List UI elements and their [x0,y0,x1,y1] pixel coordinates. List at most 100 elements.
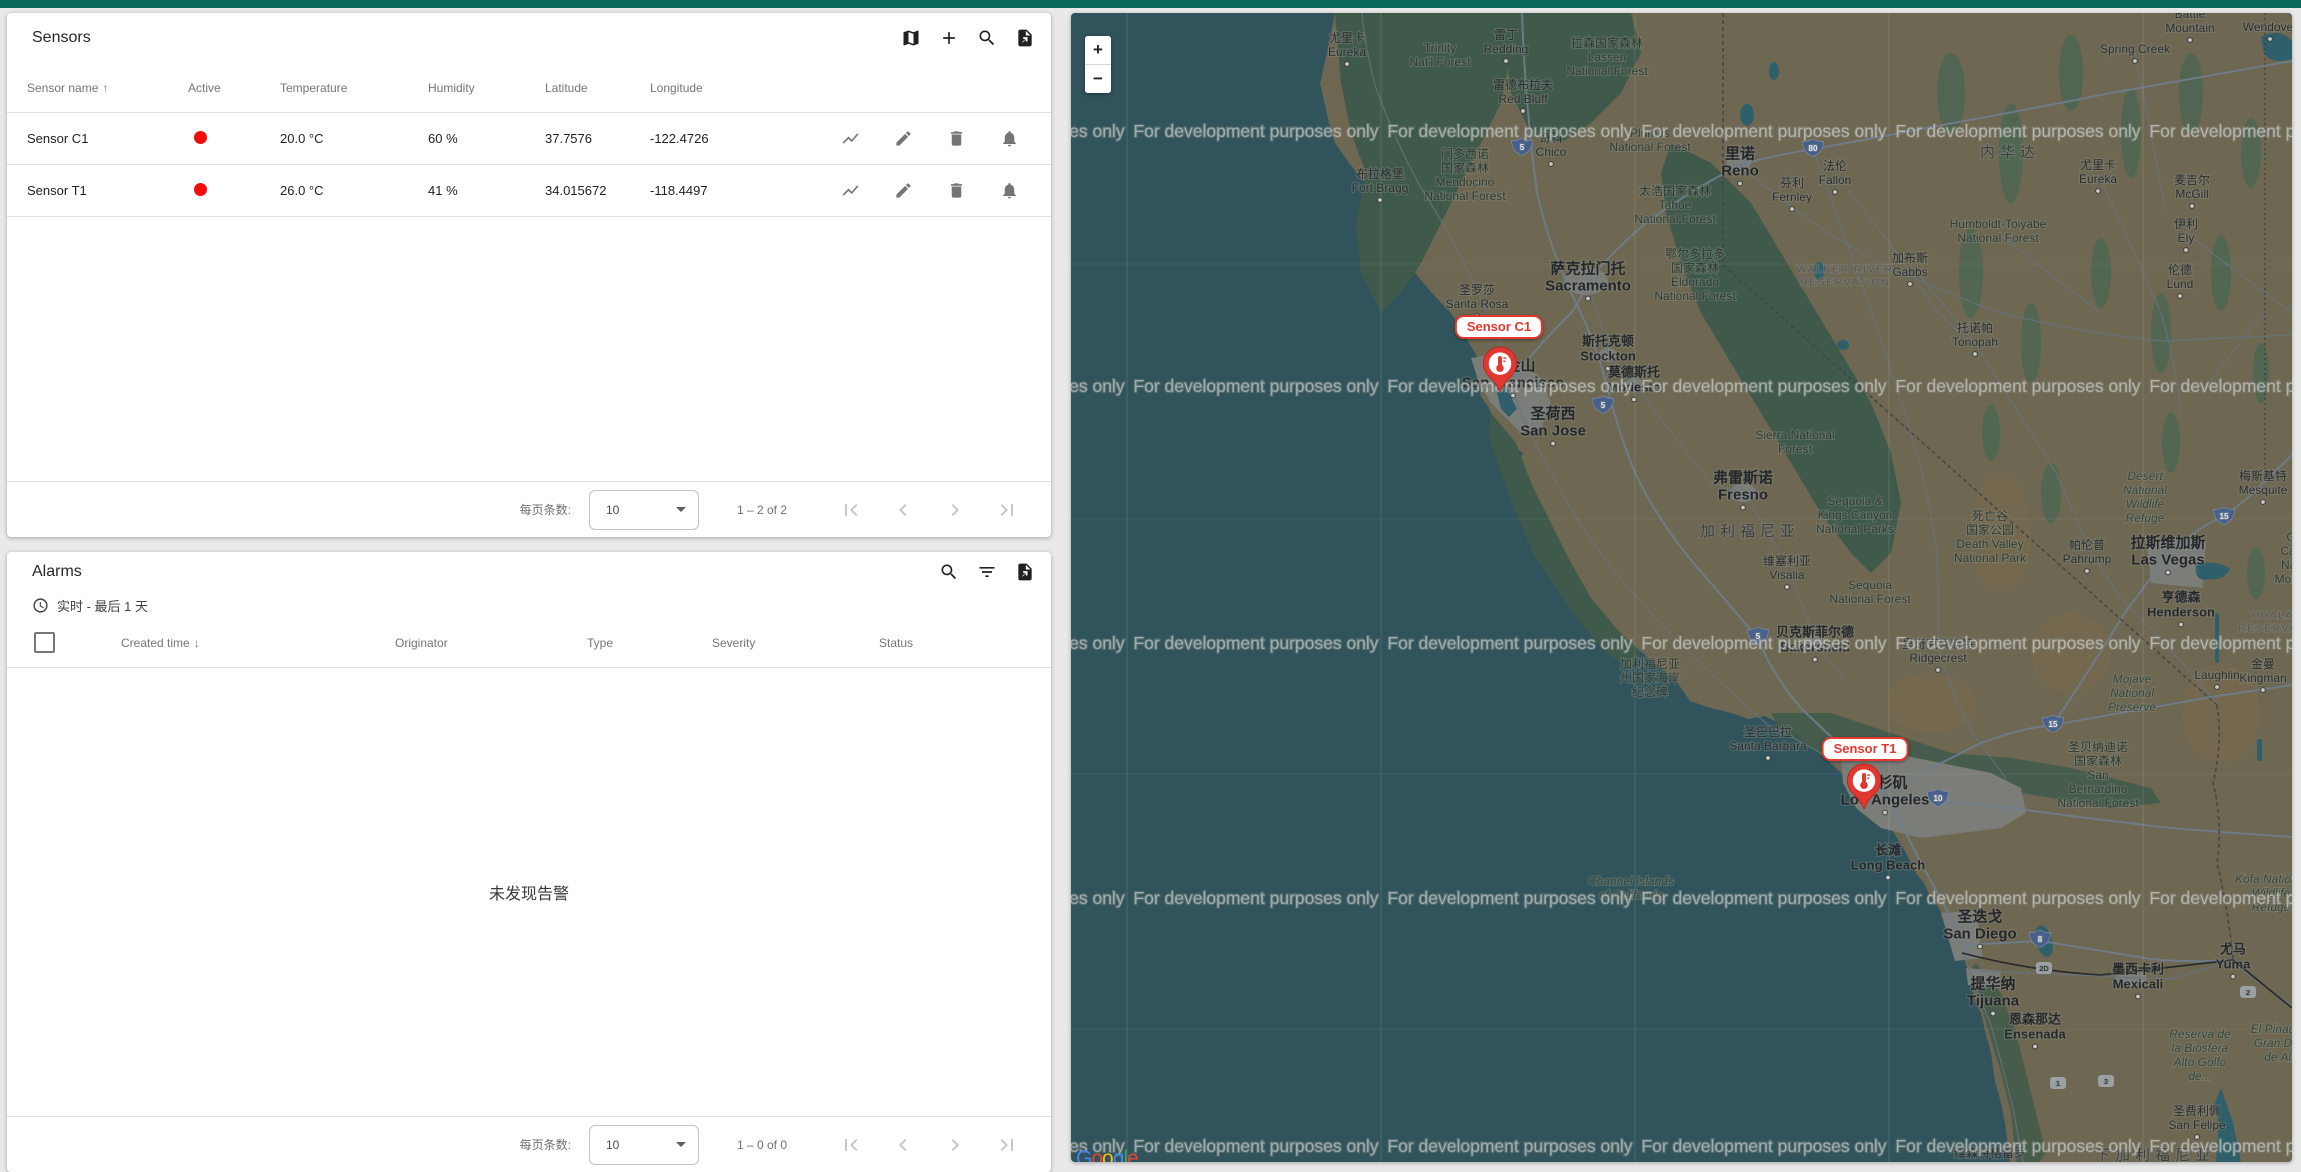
add-icon[interactable] [937,26,961,50]
next-page-icon[interactable] [941,1131,969,1159]
column-header-originator[interactable]: Originator [395,636,587,650]
column-header-status[interactable]: Status [879,636,1051,650]
map-watermark: For development purposes only [1387,1136,1632,1156]
time-window-label: 实时 - 最后 1 天 [57,596,148,615]
map-label: 帕伦普Pahrump [2063,537,2112,566]
longitude-cell: -122.4726 [650,131,770,146]
map-city-dot [1790,207,1795,212]
edit-icon[interactable] [892,179,915,202]
map-watermark: For development purposes only [1133,888,1378,908]
humidity-cell: 41 % [428,183,545,198]
map-city-dot [2166,570,2171,575]
filter-icon[interactable] [975,560,999,584]
timeseries-icon[interactable] [839,127,862,150]
map-zoom-control: + − [1085,36,1111,93]
first-page-icon[interactable] [837,1131,865,1159]
last-page-icon[interactable] [993,1131,1021,1159]
svg-text:2: 2 [2246,988,2250,997]
map-mode-icon[interactable] [899,26,923,50]
delete-icon[interactable] [945,179,968,202]
last-page-icon[interactable] [993,496,1021,524]
active-status-dot [194,183,207,196]
alarm-bell-icon[interactable] [998,179,1021,202]
map-label: 雷德布拉夫Red Bluff [1493,77,1553,106]
map-watermark: For development purposes only [2149,633,2292,653]
highway-shield: 3 [2098,1075,2114,1087]
timeseries-icon[interactable] [839,179,862,202]
first-page-icon[interactable] [837,496,865,524]
map-label: MojaveNationalPreserve [2108,672,2156,714]
alarm-bell-icon[interactable] [998,127,1021,150]
clock-icon [32,597,49,614]
map-marker-pin[interactable] [1846,763,1882,810]
alarms-time-window[interactable]: 实时 - 最后 1 天 [7,592,1051,618]
alarms-toolbar [937,560,1037,584]
table-row[interactable]: Sensor C120.0 °C60 %37.7576-122.4726 [7,113,1051,165]
map-marker-pin[interactable] [1482,346,1518,393]
map-city-dot [1833,190,1838,195]
map-city-dot [2190,204,2195,209]
column-header-latitude[interactable]: Latitude [545,81,650,95]
zoom-in-button[interactable]: + [1085,36,1111,64]
map-city-dot [1785,585,1790,590]
map-watermark: For development purposes only [1641,376,1886,396]
map-label: 法伦Fallon [1819,158,1852,187]
select-all-checkbox[interactable] [34,632,55,653]
prev-page-icon[interactable] [889,496,917,524]
map-watermark: For development purposes only [1895,376,2140,396]
map-widget[interactable]: 5805515151082D132 尤里卡EurekaTrinityNat'l … [1071,13,2292,1162]
delete-icon[interactable] [945,127,968,150]
column-header-humidity[interactable]: Humidity [428,81,545,95]
map-label: 伦德Lund [2167,262,2194,291]
column-header-longitude[interactable]: Longitude [650,81,770,95]
column-header-active[interactable]: Active [188,81,280,95]
map-marker-label[interactable]: Sensor T1 [1822,737,1909,761]
temperature-cell: 26.0 °C [280,183,428,198]
map-label: 尤里卡Eureka [1328,31,1366,59]
search-icon[interactable] [975,26,999,50]
svg-text:3: 3 [2104,1077,2108,1086]
table-row[interactable]: Sensor T126.0 °C41 %34.015672-118.4497 [7,165,1051,217]
row-actions [770,127,1051,150]
column-header-severity[interactable]: Severity [712,636,879,650]
map-marker-label[interactable]: Sensor C1 [1455,315,1543,339]
map-label: 托诺帕Tonopah [1952,320,1998,349]
map-watermark: For development purposes only [1641,633,1886,653]
next-page-icon[interactable] [941,496,969,524]
column-header-created-time[interactable]: Created time↓ [121,636,395,650]
map-city-dot [1632,397,1637,402]
map-city-dot [1908,282,1913,287]
map-watermark: For development purposes only [1387,121,1632,141]
map-watermark: For development purposes only [1133,633,1378,653]
column-header-sensor-name[interactable]: Sensor name↑ [27,81,188,95]
longitude-cell: -118.4497 [650,183,770,198]
map-watermark: For development purposes only [1071,888,1125,908]
map-city-dot [2085,569,2090,574]
page-size-select[interactable]: 10 [589,490,699,530]
map-city-dot [1738,181,1743,186]
search-icon[interactable] [937,560,961,584]
page-size-select[interactable]: 10 [589,1125,699,1165]
map-watermark: For development purposes only [2149,888,2292,908]
column-header-type[interactable]: Type [587,636,712,650]
map-label: DesertNationalWildlifeRefuge [2123,469,2167,525]
edit-icon[interactable] [892,127,915,150]
map-watermark: For development purposes only [1071,633,1125,653]
zoom-out-button[interactable]: − [1085,65,1111,93]
map-label: 萨克拉门托Sacramento [1545,260,1631,295]
map-label: Sequoia &Kings CanyonNational Parks [1816,494,1894,536]
sensors-widget: Sensors Sensor name↑ActiveTemperatureHum… [7,13,1051,537]
map-canvas[interactable]: 5805515151082D132 尤里卡EurekaTrinityNat'l … [1071,13,2292,1162]
svg-text:15: 15 [2220,512,2229,521]
export-icon[interactable] [1013,26,1037,50]
map-label: 圣费利佩San Felipe [2168,1104,2226,1132]
page-size-value: 10 [606,503,619,517]
sensors-table-header: Sensor name↑ActiveTemperatureHumidityLat… [7,63,1051,113]
map-label: 内华达 [1980,144,2040,161]
map-watermark: For development purposes only [1133,376,1378,396]
map-city-dot [1521,109,1526,114]
export-icon[interactable] [1013,560,1037,584]
prev-page-icon[interactable] [889,1131,917,1159]
pagination-nav [837,496,1021,524]
column-header-temperature[interactable]: Temperature [280,81,428,95]
